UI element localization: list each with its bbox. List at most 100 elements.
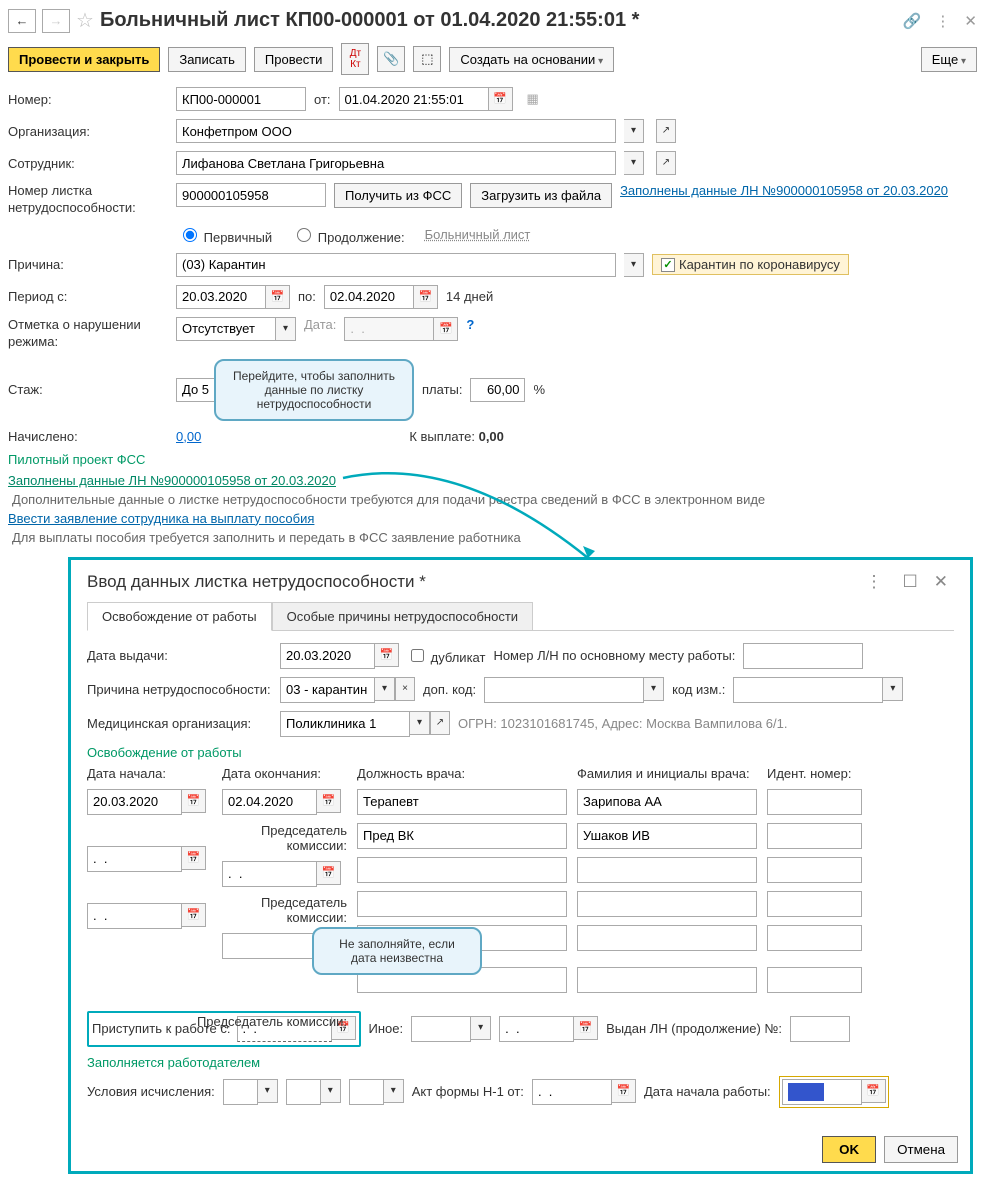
dtkt-icon[interactable]: ДтКт — [341, 43, 369, 75]
violation-dropdown[interactable]: ▾ — [276, 317, 296, 341]
employee-input[interactable] — [176, 151, 616, 175]
med-org-dropdown[interactable]: ▾ — [410, 711, 430, 735]
ln-number-input[interactable] — [176, 183, 326, 207]
enter-application-link[interactable]: Ввести заявление сотрудника на выплату п… — [8, 511, 314, 526]
calendar-icon[interactable]: 📅 — [182, 789, 206, 813]
calc-cond-3[interactable] — [349, 1079, 384, 1105]
ident-c2[interactable] — [767, 891, 862, 917]
cancel-button[interactable]: Отмена — [884, 1136, 958, 1163]
primary-radio[interactable]: Первичный — [178, 225, 272, 245]
dialog-kebab-icon[interactable]: ⋮ — [866, 572, 883, 592]
act-h1-input[interactable] — [532, 1079, 612, 1105]
org-dropdown[interactable]: ▾ — [624, 119, 644, 143]
covid-checkbox[interactable]: ✓ — [661, 258, 675, 272]
calendar-icon[interactable]: 📅 — [574, 1016, 598, 1040]
employee-dropdown[interactable]: ▾ — [624, 151, 644, 175]
comm-name-3[interactable] — [577, 967, 757, 993]
end-date-2[interactable] — [222, 861, 317, 887]
filled-data-link-top[interactable]: Заполнены данные ЛН №900000105958 от 20.… — [620, 183, 948, 198]
page-icon[interactable]: ▦ — [527, 91, 539, 107]
doctor-name-3[interactable] — [577, 925, 757, 951]
close-icon[interactable]: ✕ — [964, 12, 977, 30]
calendar-icon[interactable]: 📅 — [612, 1079, 636, 1103]
dreason-dropdown[interactable]: ▾ — [375, 677, 395, 701]
calendar-icon[interactable]: 📅 — [434, 317, 458, 341]
issued-ln-input[interactable] — [790, 1016, 850, 1042]
org-input[interactable] — [176, 119, 616, 143]
add-code-input[interactable] — [484, 677, 644, 703]
attach-icon[interactable]: 📎 — [377, 46, 405, 72]
continuation-radio[interactable]: Продолжение: — [292, 225, 404, 245]
calendar-icon[interactable]: 📅 — [862, 1079, 886, 1103]
date-input[interactable] — [339, 87, 489, 111]
doctor-pos-2[interactable] — [357, 857, 567, 883]
doctor-name-1[interactable] — [577, 789, 757, 815]
cc1-dd[interactable]: ▾ — [258, 1079, 278, 1103]
other-date-input[interactable] — [499, 1016, 574, 1042]
ident-1[interactable] — [767, 789, 862, 815]
change-code-input[interactable] — [733, 677, 883, 703]
seniority-input[interactable] — [176, 378, 216, 402]
calendar-icon[interactable]: 📅 — [317, 861, 341, 885]
star-icon[interactable]: ☆ — [76, 8, 94, 33]
med-org-input[interactable] — [280, 711, 410, 737]
ok-button[interactable]: OK — [822, 1136, 876, 1163]
ident-2[interactable] — [767, 857, 862, 883]
work-start-input[interactable] — [782, 1079, 862, 1105]
org-open-icon[interactable]: ↗ — [656, 119, 676, 143]
issue-date-input[interactable] — [280, 643, 375, 669]
end-date-1[interactable] — [222, 789, 317, 815]
structure-icon[interactable]: ⬚ — [413, 46, 441, 72]
doctor-pos-1[interactable] — [357, 789, 567, 815]
create-based-button[interactable]: Создать на основании — [449, 47, 614, 72]
dreason-input[interactable] — [280, 677, 375, 703]
forward-button[interactable]: → — [42, 9, 70, 33]
med-org-open[interactable]: ↗ — [430, 711, 450, 735]
reason-dropdown[interactable]: ▾ — [624, 253, 644, 277]
calc-cond-2[interactable] — [286, 1079, 321, 1105]
doctor-name-2[interactable] — [577, 857, 757, 883]
reason-input[interactable] — [176, 253, 616, 277]
ident-3[interactable] — [767, 925, 862, 951]
period-from-input[interactable] — [176, 285, 266, 309]
calendar-icon[interactable]: 📅 — [317, 789, 341, 813]
save-button[interactable]: Записать — [168, 47, 246, 72]
cc2-dd[interactable]: ▾ — [321, 1079, 341, 1103]
cc3-dd[interactable]: ▾ — [384, 1079, 404, 1103]
help-icon[interactable]: ? — [466, 317, 474, 332]
change-code-dropdown[interactable]: ▾ — [883, 677, 903, 701]
load-file-button[interactable]: Загрузить из файла — [470, 183, 612, 208]
calendar-icon[interactable]: 📅 — [414, 285, 438, 309]
start-date-3[interactable] — [87, 903, 182, 929]
get-fss-button[interactable]: Получить из ФСС — [334, 183, 462, 208]
add-code-dropdown[interactable]: ▾ — [644, 677, 664, 701]
start-date-1[interactable] — [87, 789, 182, 815]
violation-input[interactable] — [176, 317, 276, 341]
duplicate-checkbox[interactable]: дубликат — [407, 646, 485, 665]
comm-name-1[interactable] — [577, 823, 757, 849]
back-button[interactable]: ← — [8, 9, 36, 33]
employee-open-icon[interactable]: ↗ — [656, 151, 676, 175]
ln-main-input[interactable] — [743, 643, 863, 669]
comm-name-2[interactable] — [577, 891, 757, 917]
accrued-link[interactable]: 0,00 — [176, 429, 201, 444]
post-button[interactable]: Провести — [254, 47, 334, 72]
dialog-close-icon[interactable]: ✕ — [934, 572, 948, 592]
comm-pos-1[interactable] — [357, 823, 567, 849]
tab-special-reasons[interactable]: Особые причины нетрудоспособности — [272, 602, 533, 630]
period-to-input[interactable] — [324, 285, 414, 309]
ident-c3[interactable] — [767, 967, 862, 993]
more-button[interactable]: Еще — [921, 47, 977, 72]
other-input[interactable] — [411, 1016, 471, 1042]
calendar-icon[interactable]: 📅 — [375, 643, 399, 667]
ident-c1[interactable] — [767, 823, 862, 849]
calendar-icon[interactable]: 📅 — [266, 285, 290, 309]
start-date-2[interactable] — [87, 846, 182, 872]
post-close-button[interactable]: Провести и закрыть — [8, 47, 160, 72]
number-input[interactable] — [176, 87, 306, 111]
kebab-icon[interactable]: ⋮ — [935, 12, 950, 30]
link-icon[interactable]: 🔗 — [903, 12, 922, 30]
calendar-icon[interactable]: 📅 — [182, 903, 206, 927]
dreason-clear[interactable]: × — [395, 677, 415, 701]
end-date-3[interactable] — [222, 933, 317, 959]
